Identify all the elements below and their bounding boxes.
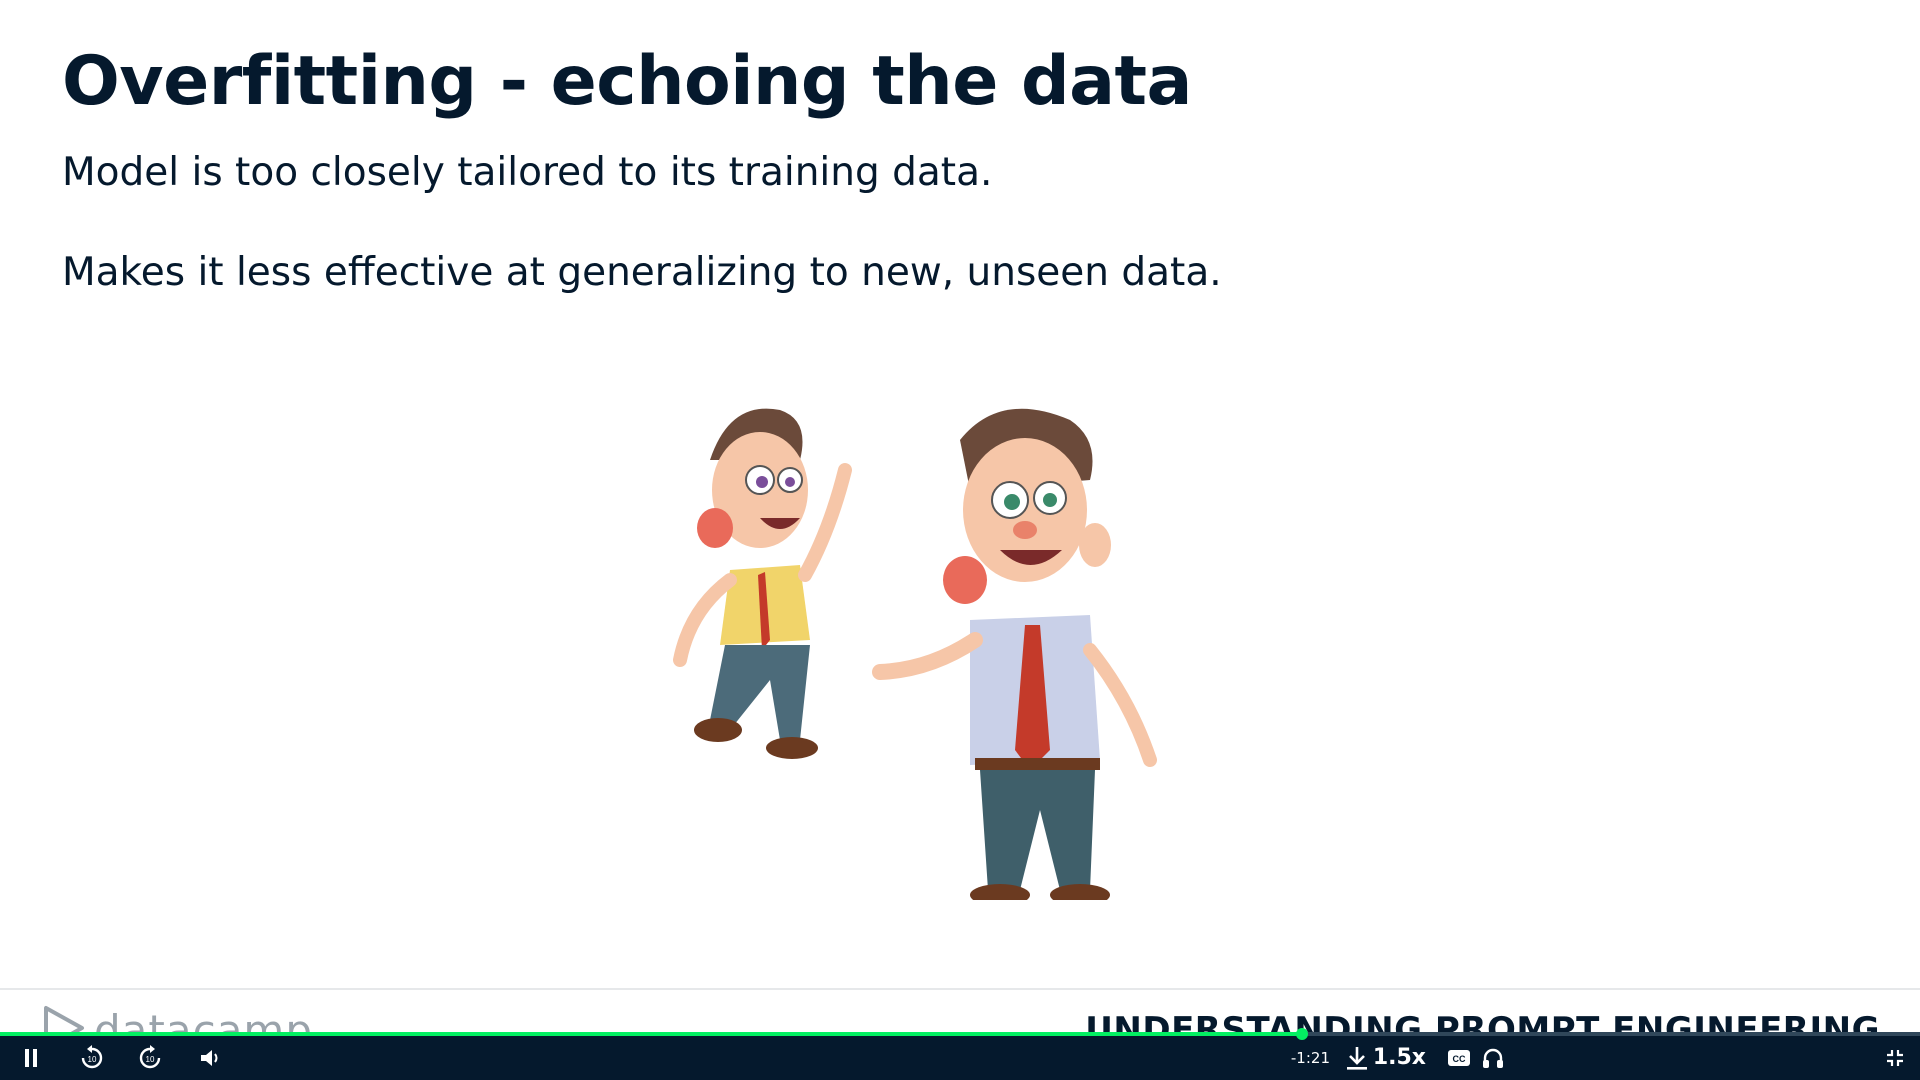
slide-text-line-1: Model is too closely tailored to its tra…: [62, 150, 993, 195]
pause-icon: [25, 1049, 37, 1067]
volume-button[interactable]: [194, 1036, 228, 1080]
captions-icon: CC: [1448, 1050, 1470, 1066]
headphones-icon: [1483, 1048, 1503, 1068]
exit-fullscreen-icon: [1887, 1050, 1903, 1066]
rewind-10-button[interactable]: 10: [74, 1036, 110, 1080]
playback-speed-button[interactable]: 1.5x: [1373, 1036, 1426, 1080]
progress-bar[interactable]: [0, 1028, 1920, 1040]
video-controls: 10 10 -1:21 1.5x CC: [0, 1028, 1920, 1080]
exit-fullscreen-button[interactable]: [1878, 1036, 1912, 1080]
slide-title: Overfitting - echoing the data: [62, 42, 1192, 121]
volume-icon: [201, 1050, 218, 1066]
footer-divider: [0, 988, 1920, 990]
time-remaining: -1:21: [1290, 1049, 1330, 1067]
right-cartoon-man: [872, 408, 1157, 900]
forward-10-button[interactable]: 10: [132, 1036, 168, 1080]
slide-text-line-2: Makes it less effective at generalizing …: [62, 250, 1222, 295]
svg-text:CC: CC: [1453, 1054, 1466, 1064]
captions-button[interactable]: CC: [1442, 1036, 1476, 1080]
forward-10-icon: 10: [139, 1045, 161, 1069]
cartoon-illustration: [673, 408, 1157, 900]
svg-text:10: 10: [88, 1055, 97, 1064]
download-button[interactable]: [1340, 1036, 1374, 1080]
rewind-10-icon: 10: [81, 1045, 103, 1069]
slide: Overfitting - echoing the data Model is …: [0, 0, 1920, 1036]
download-icon: [1347, 1047, 1367, 1070]
svg-text:10: 10: [146, 1055, 155, 1064]
pause-button[interactable]: [14, 1036, 48, 1080]
left-cartoon-man: [673, 408, 852, 759]
audio-only-button[interactable]: [1476, 1036, 1510, 1080]
